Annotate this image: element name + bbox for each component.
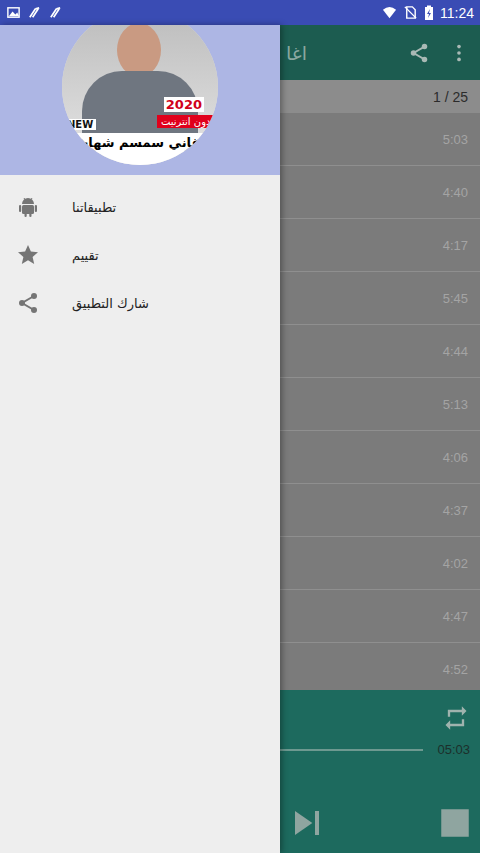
track-duration: 4:40	[443, 185, 468, 200]
no-sim-icon	[403, 5, 418, 20]
usb-debug-icon	[27, 5, 42, 20]
screen: 11:24 اغا 1 / 25 5:034:404:175:454:445:1…	[0, 0, 480, 853]
track-duration: 4:44	[443, 344, 468, 359]
app-title: اغا	[286, 42, 307, 64]
singer-photo	[117, 25, 161, 77]
drawer-header: 2020 بدون انترنيت NEW اغاني سمسم شهاب	[0, 25, 280, 175]
drawer-item-label: شارك التطبيق	[72, 296, 149, 311]
track-duration: 4:06	[443, 450, 468, 465]
star-icon	[16, 243, 40, 267]
drawer-item[interactable]: شارك التطبيق	[0, 279, 280, 327]
total-time: 05:03	[437, 742, 470, 757]
clock: 11:24	[440, 5, 474, 21]
usb-debug-icon	[48, 5, 63, 20]
track-duration: 4:47	[443, 609, 468, 624]
wifi-icon	[382, 5, 397, 20]
track-duration: 5:13	[443, 397, 468, 412]
app-logo: 2020 بدون انترنيت NEW اغاني سمسم شهاب	[62, 25, 218, 165]
track-duration: 5:45	[443, 291, 468, 306]
android-icon	[16, 195, 40, 219]
image-notification-icon	[6, 5, 21, 20]
status-bar: 11:24	[0, 0, 480, 25]
new-badge: NEW	[64, 119, 96, 130]
drawer-item[interactable]: تطبيقاتنا	[0, 183, 280, 231]
offline-badge: بدون انترنيت	[157, 115, 218, 128]
track-duration: 4:52	[443, 662, 468, 677]
track-duration: 4:37	[443, 503, 468, 518]
repeat-icon[interactable]	[442, 704, 470, 732]
track-duration: 4:17	[443, 238, 468, 253]
more-options-icon[interactable]	[448, 42, 470, 64]
track-duration: 4:02	[443, 556, 468, 571]
drawer-item-label: تطبيقاتنا	[72, 200, 116, 215]
track-duration: 5:03	[443, 132, 468, 147]
stop-icon[interactable]	[440, 808, 470, 838]
logo-title: اغاني سمسم شهاب	[75, 135, 205, 165]
drawer-item[interactable]: تقييم	[0, 231, 280, 279]
next-track-icon[interactable]	[291, 807, 323, 839]
battery-charging-icon	[424, 5, 434, 21]
share-icon[interactable]	[408, 42, 430, 64]
year-label: 2020	[164, 97, 204, 112]
navigation-drawer: 2020 بدون انترنيت NEW اغاني سمسم شهاب تط…	[0, 25, 280, 853]
drawer-item-label: تقييم	[72, 248, 99, 263]
share-icon	[16, 291, 40, 315]
